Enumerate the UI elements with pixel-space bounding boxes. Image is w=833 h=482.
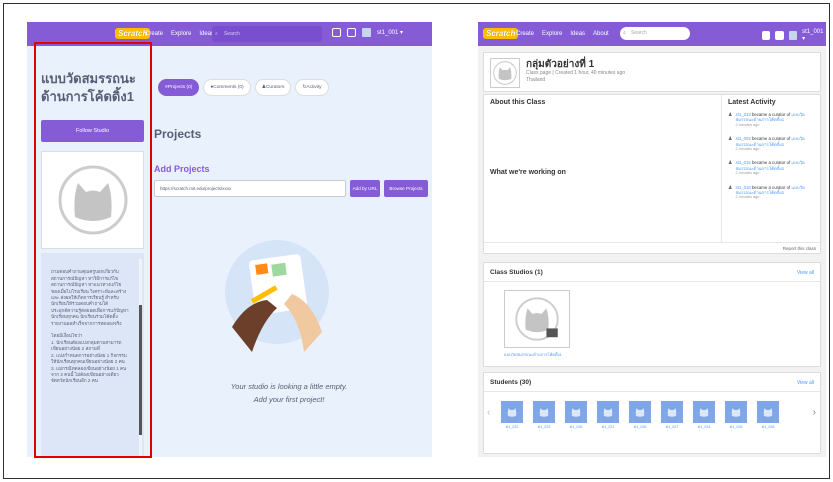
search-input[interactable]: ⌕ Search — [212, 26, 322, 42]
nav-create-right[interactable]: Create — [516, 31, 534, 37]
projects-heading: Projects — [154, 127, 202, 141]
activity-user[interactable]: st1_010 — [735, 185, 750, 190]
avatar[interactable] — [362, 28, 371, 37]
student-avatar — [533, 401, 555, 423]
browse-projects-button[interactable]: Browse Projects — [384, 180, 428, 197]
carousel-next-icon[interactable]: › — [813, 407, 816, 418]
student-item[interactable]: st1_026 — [628, 401, 652, 429]
student-item[interactable]: st1_023 — [532, 401, 556, 429]
student-item[interactable]: st1_027 — [660, 401, 684, 429]
nav-about-right[interactable]: About — [593, 31, 609, 37]
divider — [484, 242, 820, 243]
add-by-url-button[interactable]: Add by URL — [350, 180, 380, 197]
curator-icon: ♟ — [728, 184, 733, 191]
working-on-heading: What we're working on — [490, 169, 566, 176]
highlight-box — [34, 42, 152, 458]
nav-create[interactable]: Create — [145, 31, 163, 37]
activity-user[interactable]: st1_016 — [735, 160, 750, 165]
messages-icon[interactable] — [332, 28, 341, 37]
tab-curators[interactable]: ♟ Curators — [254, 79, 292, 96]
scratch-logo-right[interactable]: Scratch — [483, 28, 519, 39]
student-avatar — [629, 401, 651, 423]
about-heading: About this Class — [490, 99, 546, 106]
add-projects-heading: Add Projects — [154, 164, 210, 174]
activity-item: ♟ st1_010 became a curator of แบบวัดสมรร… — [728, 184, 805, 200]
tab-projects[interactable]: ≡ Projects (0) — [158, 79, 200, 96]
student-avatar — [661, 401, 683, 423]
class-page: Scratch Create Explore Ideas About ⌕ Sear… — [478, 22, 826, 457]
about-card: About this Class What we're working on L… — [483, 94, 821, 254]
activity-item: ♟ st1_013 became a curator of แบบวัดสมรร… — [728, 112, 805, 127]
tab-comments[interactable]: ● Comments (0) — [203, 79, 251, 96]
empty-studio-illustration — [225, 240, 329, 352]
cat-placeholder-icon — [493, 61, 517, 85]
nav-explore-right[interactable]: Explore — [542, 31, 562, 37]
search-icon: ⌕ — [215, 31, 218, 37]
student-carousel: st1_022 st1_023 st1_030 st1_021 st1_026 … — [500, 401, 780, 429]
student-avatar — [597, 401, 619, 423]
class-studios-card: Class Studios (1) View all แบบวัดสมรรถนะ… — [483, 262, 821, 367]
studio-card-thumbnail[interactable] — [504, 290, 570, 348]
class-header: กลุ่มตัวอย่างที่ 1 Class page | Created … — [483, 52, 821, 92]
activity-user[interactable]: st1_002 — [735, 136, 750, 141]
class-location: Thailand — [526, 77, 546, 83]
students-card: Students (30) View all ‹ st1_022 st1_023… — [483, 372, 821, 454]
student-avatar — [501, 401, 523, 423]
search-input-right[interactable]: ⌕ Search — [620, 27, 690, 40]
empty-state-line2: Add your first project! — [253, 395, 325, 404]
class-thumbnail — [490, 58, 520, 88]
student-item[interactable]: st1_028 — [756, 401, 780, 429]
student-item[interactable]: st1_025 — [724, 401, 748, 429]
project-url-input[interactable]: https://scratch.mit.edu/projects/xxxx — [154, 180, 346, 197]
my-stuff-icon[interactable] — [347, 28, 356, 37]
avatar[interactable] — [788, 31, 798, 40]
student-avatar — [565, 401, 587, 423]
student-item[interactable]: st1_021 — [596, 401, 620, 429]
curator-icon: ♟ — [728, 160, 733, 167]
search-icon: ⌕ — [623, 30, 626, 36]
view-all-students-link[interactable]: View all — [797, 380, 814, 386]
cat-placeholder-icon — [515, 297, 559, 341]
carousel-prev-icon[interactable]: ‹ — [487, 407, 490, 418]
student-item[interactable]: st1_024 — [692, 401, 716, 429]
my-stuff-icon[interactable] — [775, 31, 784, 40]
divider — [484, 281, 820, 282]
student-avatar — [693, 401, 715, 423]
view-all-studios-link[interactable]: View all — [797, 270, 814, 276]
activity-item: ♟ st1_016 became a curator of แบบวัดสมรร… — [728, 160, 805, 176]
username-menu-right[interactable]: st1_001 ▾ — [802, 29, 826, 42]
top-nav-right: Scratch Create Explore Ideas About ⌕ Sear… — [478, 22, 826, 46]
studio-card-name[interactable]: แบบวัดสมรรถนะด้านการโค้ดดิ้ง1 — [504, 351, 562, 358]
student-avatar — [725, 401, 747, 423]
student-item[interactable]: st1_030 — [564, 401, 588, 429]
student-item[interactable]: st1_022 — [500, 401, 524, 429]
messages-icon[interactable] — [762, 31, 771, 40]
student-avatar — [757, 401, 779, 423]
curator-icon: ♟ — [728, 136, 733, 143]
latest-activity: Latest Activity ♟ st1_013 became a curat… — [721, 95, 822, 242]
username-menu[interactable]: st1_001 ▾ — [377, 29, 403, 36]
latest-activity-heading: Latest Activity — [728, 99, 776, 106]
nav-ideas-right[interactable]: Ideas — [570, 31, 585, 37]
divider — [484, 391, 820, 392]
report-class-link[interactable]: Report this class — [783, 246, 816, 251]
curator-icon: ♟ — [728, 112, 733, 118]
studio-tabs: ≡ Projects (0) ● Comments (0) ♟ Curators… — [158, 79, 329, 96]
empty-state-line1: Your studio is looking a little empty. — [230, 382, 348, 391]
nav-explore[interactable]: Explore — [171, 31, 191, 37]
class-studios-heading: Class Studios (1) — [490, 269, 543, 276]
class-subtitle: Class page | Created 1 hour, 40 minutes … — [526, 70, 626, 76]
students-heading: Students (30) — [490, 379, 532, 386]
tab-activity[interactable]: ↻ Activity — [295, 79, 329, 96]
activity-item: ♟ st1_002 became a curator of แบบวัดสมรร… — [728, 136, 805, 152]
